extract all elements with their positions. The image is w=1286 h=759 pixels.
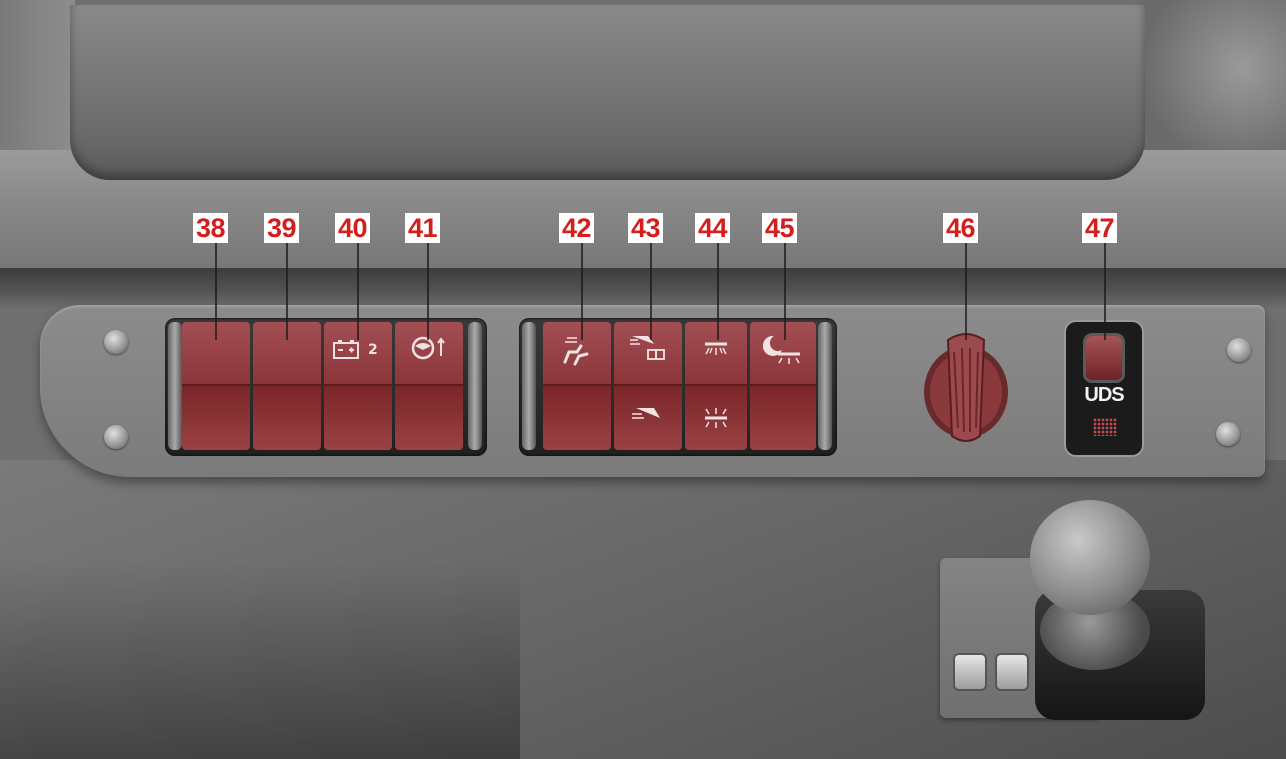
callout-lines bbox=[215, 243, 1106, 340]
dashboard-photo: 2 UDS 38 39 40 41 42 43 44 45 46 47 bbox=[0, 0, 1286, 759]
